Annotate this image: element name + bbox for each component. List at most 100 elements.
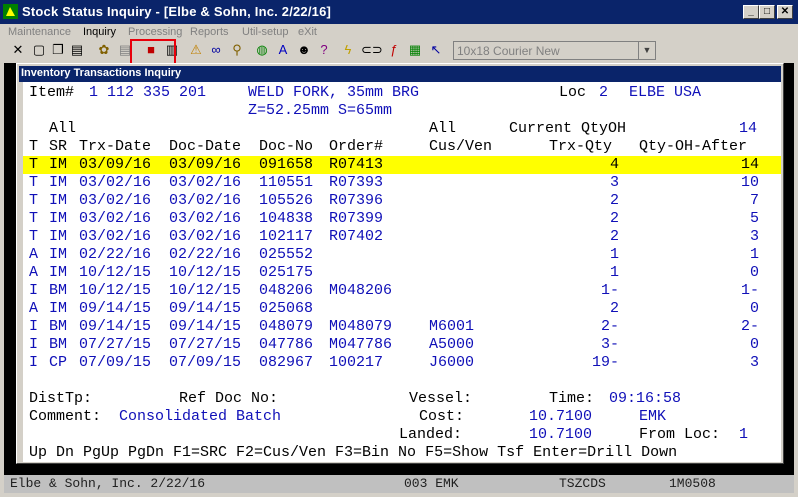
- cell-order: R07402: [329, 228, 384, 245]
- cell-sr: IM: [49, 264, 68, 281]
- font-select[interactable]: 10x18 Courier New ▼: [453, 41, 656, 60]
- col-trx-date: Trx-Date: [79, 138, 152, 155]
- pointer-help-icon[interactable]: ↖: [428, 42, 444, 58]
- status-bar: Elbe & Sohn, Inc. 2/22/16 003 EMK TSZCDS…: [4, 475, 794, 493]
- menu-reports[interactable]: Reports: [190, 26, 229, 38]
- all-filter-2[interactable]: All: [429, 120, 456, 138]
- cell-qty: 2: [609, 228, 619, 245]
- cell-sr: IM: [49, 246, 68, 263]
- loc-number: 2: [599, 84, 609, 101]
- search-icon[interactable]: ⚲: [229, 42, 245, 58]
- table-row[interactable]: T IM 03/02/16 03/02/16 104838 R07399 2 5: [23, 210, 781, 228]
- font-select-value: 10x18 Courier New: [457, 44, 560, 58]
- warning-icon[interactable]: ⚠: [188, 42, 204, 58]
- cell-docno: 091658: [259, 156, 314, 173]
- cell-cv: M6001: [429, 318, 475, 335]
- menu-util-setup[interactable]: Util-setup: [242, 26, 288, 38]
- inventory-transactions-dialog: Inventory Transactions Inquiry Item# 1 1…: [16, 63, 784, 464]
- cell-trx: 03/02/16: [79, 192, 152, 209]
- globe-icon[interactable]: ◍: [254, 42, 270, 58]
- cell-docno: 104838: [259, 210, 314, 227]
- table-row[interactable]: A IM 02/22/16 02/22/16 025552 1 1: [23, 246, 781, 264]
- cell-docno: 105526: [259, 192, 314, 209]
- cell-trx: 02/22/16: [79, 246, 152, 263]
- cell-qty: 2: [609, 300, 619, 317]
- status-code: 003 EMK: [404, 476, 459, 491]
- cell-after: 2-: [740, 318, 759, 335]
- help-icon[interactable]: ?: [316, 42, 332, 58]
- menu-maintenance[interactable]: Maintenance: [8, 26, 71, 38]
- copy-icon[interactable]: ❐: [50, 42, 66, 58]
- cell-after: 0: [749, 336, 759, 353]
- cell-after: 3: [749, 228, 759, 245]
- select-box-icon[interactable]: ▢: [31, 42, 47, 58]
- cost-label: Cost:: [419, 408, 465, 425]
- refdoc-label: Ref Doc No:: [179, 390, 279, 407]
- col-trx-qty: Trx-Qty: [549, 138, 613, 155]
- cell-order: R07396: [329, 192, 384, 209]
- current-qtyoh-value: 14: [739, 120, 758, 137]
- cell-qty: 2: [609, 210, 619, 227]
- cell-qty: 1: [609, 264, 619, 281]
- maximize-button[interactable]: □: [759, 5, 775, 19]
- cell-t: T: [29, 192, 39, 209]
- col-order: Order#: [329, 138, 384, 155]
- table-row[interactable]: I BM 07/27/15 07/27/15 047786 M047786 A5000 3- 0: [23, 336, 781, 354]
- close-button[interactable]: ✕: [777, 5, 793, 19]
- cell-order: M047786: [329, 336, 393, 353]
- lightning-icon[interactable]: ϟ: [340, 42, 356, 58]
- cell-sr: IM: [49, 228, 68, 245]
- cell-trx: 03/02/16: [79, 174, 152, 191]
- cell-after: 1: [749, 246, 759, 263]
- window-title-bar: Stock Status Inquiry - [Elbe & Sohn, Inc…: [0, 0, 798, 24]
- chevron-down-icon[interactable]: ▼: [638, 42, 655, 59]
- cell-trx: 09/14/15: [79, 300, 152, 317]
- cell-after: 1-: [740, 282, 759, 299]
- table-row[interactable]: T IM 03/02/16 03/02/16 105526 R07396 2 7: [23, 192, 781, 210]
- cell-after: 7: [749, 192, 759, 209]
- cell-sr: CP: [49, 354, 68, 371]
- cell-sr: BM: [49, 318, 68, 335]
- menu-inquiry[interactable]: Inquiry: [83, 26, 116, 38]
- table-row[interactable]: I BM 09/14/15 09/14/15 048079 M048079 M6001 2- 2…: [23, 318, 781, 336]
- cell-doc: 09/14/15: [169, 300, 242, 317]
- table-row[interactable]: A IM 10/12/15 10/12/15 025175 1 0: [23, 264, 781, 282]
- all-filter-1[interactable]: All: [49, 120, 76, 138]
- table-row[interactable]: T IM 03/02/16 03/02/16 110551 R07393 3 10: [23, 174, 781, 192]
- cell-sr: IM: [49, 300, 68, 317]
- user-icon[interactable]: ☻: [296, 42, 312, 58]
- cell-doc: 03/02/16: [169, 228, 242, 245]
- cell-after: 0: [749, 300, 759, 317]
- binoculars-icon[interactable]: ∞: [208, 42, 224, 58]
- dialog-title: Inventory Transactions Inquiry: [21, 67, 182, 79]
- calculator-icon[interactable]: ▦: [407, 42, 423, 58]
- loc-label: Loc: [559, 84, 587, 101]
- current-qtyoh-label: Current QtyOH: [509, 120, 627, 137]
- link-icon[interactable]: ⊂⊃: [361, 42, 383, 58]
- font-icon[interactable]: A: [275, 42, 291, 58]
- table-row[interactable]: I CP 07/09/15 07/09/15 082967 100217 J6000 19- 3: [23, 354, 781, 372]
- time-value: 09:16:58: [609, 390, 682, 407]
- menu-exit[interactable]: eXit: [298, 26, 317, 38]
- menu-processing[interactable]: Processing: [128, 26, 182, 38]
- function-icon[interactable]: ƒ: [386, 42, 402, 58]
- status-num: 1M0508: [669, 476, 716, 491]
- close-x-icon[interactable]: ✕: [10, 42, 26, 58]
- col-qty-oh-after: Qty-OH-After: [639, 138, 748, 155]
- cell-t: T: [29, 228, 39, 245]
- cell-after: 3: [749, 354, 759, 371]
- table-row[interactable]: T IM 03/09/16 03/09/16 091658 R07413 4 14: [23, 156, 781, 174]
- gear-icon[interactable]: ✿: [96, 42, 112, 58]
- table-row[interactable]: A IM 09/14/15 09/14/15 025068 2 0: [23, 300, 781, 318]
- cell-docno: 048079: [259, 318, 314, 335]
- cell-docno: 025175: [259, 264, 314, 281]
- table-row[interactable]: T IM 03/02/16 03/02/16 102117 R07402 2 3: [23, 228, 781, 246]
- minimize-button[interactable]: _: [743, 5, 759, 19]
- col-doc-date: Doc-Date: [169, 138, 242, 155]
- item-desc1: WELD FORK, 35mm BRG: [248, 84, 420, 101]
- cell-trx: 07/27/15: [79, 336, 152, 353]
- paste-icon[interactable]: ▤: [69, 42, 85, 58]
- comment-value: Consolidated Batch: [119, 408, 282, 425]
- col-sr: SR: [49, 138, 68, 155]
- table-row[interactable]: I BM 10/12/15 10/12/15 048206 M048206 1- 1-: [23, 282, 781, 300]
